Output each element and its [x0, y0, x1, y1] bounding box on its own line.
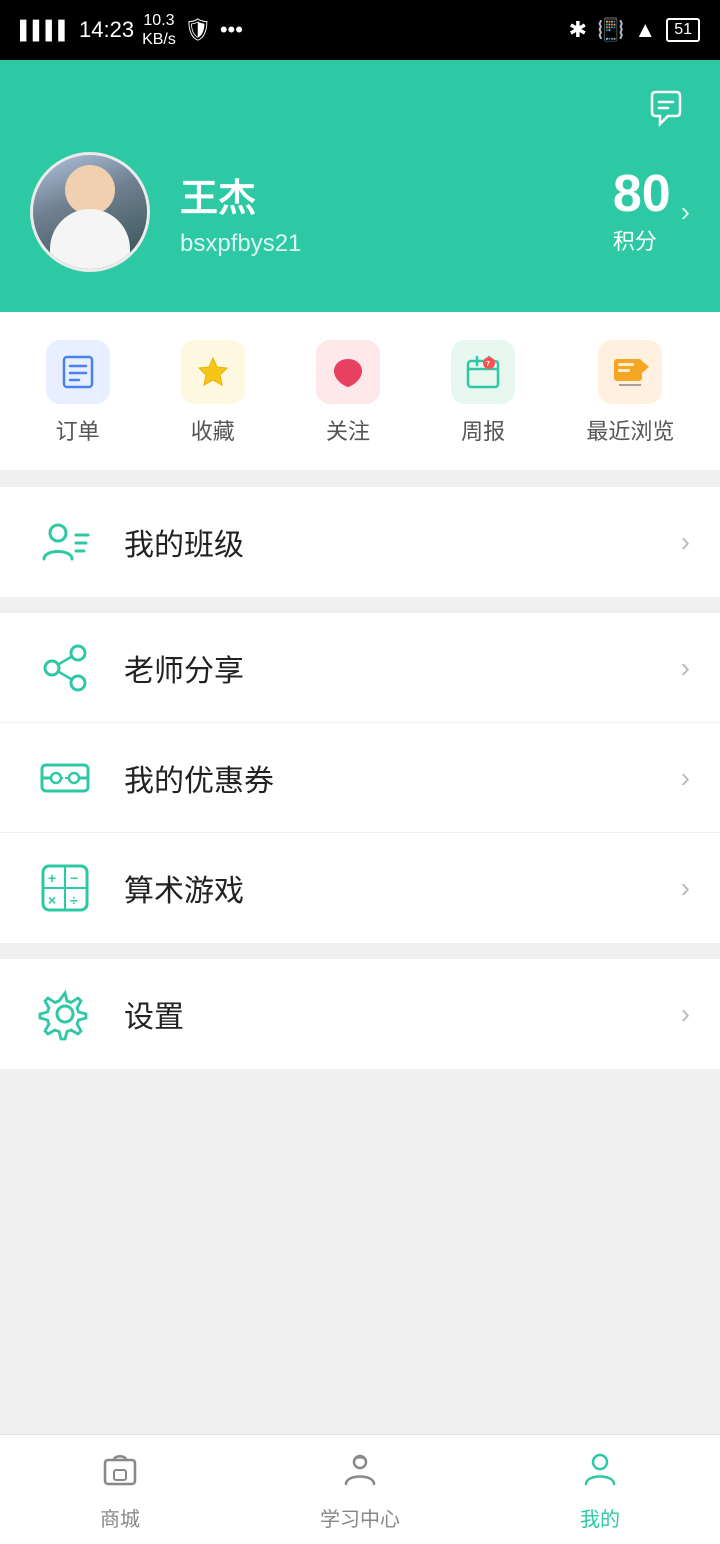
- status-right: ✱ 📳 ▲ 51: [569, 17, 700, 43]
- network-signal-icon: ▌▌▌▌: [20, 20, 71, 41]
- my-class-label: 我的班级: [124, 520, 681, 564]
- action-collect[interactable]: 收藏: [181, 340, 245, 446]
- my-class-icon: [30, 507, 100, 577]
- nav-item-study[interactable]: 学习中心: [240, 1448, 480, 1532]
- battery-icon: 51: [666, 18, 700, 42]
- settings-icon: [30, 979, 100, 1049]
- profile-info: 王杰 bsxpfbys21: [180, 167, 583, 258]
- coupon-icon: [30, 743, 100, 813]
- points-chevron-icon: ›: [681, 196, 690, 228]
- profile-row: 王杰 bsxpfbys21 80 积分 ›: [30, 152, 690, 272]
- status-left: ▌▌▌▌ 14:23 10.3 KB/s 🛡 •••: [20, 11, 243, 49]
- math-game-label: 算术游戏: [124, 866, 681, 910]
- section-divider-1: [0, 471, 720, 487]
- user-name: 王杰: [180, 167, 583, 222]
- collect-label: 收藏: [191, 414, 235, 446]
- coupon-chevron-icon: ›: [681, 762, 690, 794]
- browse-label: 最近浏览: [586, 414, 674, 446]
- nav-item-shop[interactable]: 商城: [0, 1448, 240, 1532]
- my-class-chevron-icon: ›: [681, 526, 690, 558]
- math-game-chevron-icon: ›: [681, 872, 690, 904]
- order-icon: [46, 340, 110, 404]
- menu-section-3: 设置 ›: [0, 959, 720, 1069]
- dots-icon: •••: [220, 17, 243, 43]
- action-browse[interactable]: 最近浏览: [586, 340, 674, 446]
- points-label: 积分: [613, 224, 671, 256]
- shop-nav-label: 商城: [100, 1503, 140, 1532]
- message-icon[interactable]: [642, 84, 690, 132]
- action-follow[interactable]: 关注: [316, 340, 380, 446]
- bluetooth-icon: ✱: [569, 17, 587, 43]
- study-nav-label: 学习中心: [320, 1503, 400, 1532]
- quick-actions-bar: 订单 收藏 关注: [0, 312, 720, 471]
- browse-icon: [598, 340, 662, 404]
- status-time: 14:23: [79, 17, 134, 43]
- menu-section: 我的班级 ›: [0, 487, 720, 597]
- svg-text:÷: ÷: [70, 892, 78, 908]
- collect-icon: [181, 340, 245, 404]
- points-section[interactable]: 80 积分 ›: [613, 168, 690, 256]
- teacher-share-chevron-icon: ›: [681, 652, 690, 684]
- action-weekly[interactable]: 7 周报: [451, 340, 515, 446]
- svg-text:+: +: [48, 870, 56, 886]
- follow-icon: [316, 340, 380, 404]
- action-order[interactable]: 订单: [46, 340, 110, 446]
- study-icon: [340, 1448, 380, 1497]
- vibrate-icon: 📳: [597, 17, 624, 43]
- points-value: 80: [613, 168, 671, 220]
- status-speed: 10.3 KB/s: [142, 11, 176, 49]
- avatar-image: [33, 155, 147, 269]
- svg-text:×: ×: [48, 892, 56, 908]
- shop-icon: [100, 1448, 140, 1497]
- user-id: bsxpfbys21: [180, 230, 583, 258]
- mine-nav-label: 我的: [580, 1503, 620, 1532]
- status-bar: ▌▌▌▌ 14:23 10.3 KB/s 🛡 ••• ✱ 📳 ▲ 51: [0, 0, 720, 60]
- weekly-label: 周报: [461, 414, 505, 446]
- menu-item-teacher-share[interactable]: 老师分享 ›: [0, 613, 720, 723]
- profile-header: 王杰 bsxpfbys21 80 积分 ›: [0, 60, 720, 312]
- teacher-share-icon: [30, 633, 100, 703]
- settings-chevron-icon: ›: [681, 998, 690, 1030]
- svg-text:7: 7: [486, 361, 490, 368]
- wifi-icon: ▲: [634, 17, 656, 43]
- nav-item-mine[interactable]: 我的: [480, 1448, 720, 1532]
- bottom-nav: 商城 学习中心 我的: [0, 1434, 720, 1544]
- section-divider-3: [0, 943, 720, 959]
- math-game-icon: + − × ÷: [30, 853, 100, 923]
- header-top: [30, 84, 690, 132]
- menu-section-2: 老师分享 › 我的优惠券 ›: [0, 613, 720, 943]
- section-divider-2: [0, 597, 720, 613]
- coupon-label: 我的优惠券: [124, 756, 681, 800]
- shield-icon: 🛡: [184, 17, 212, 43]
- weekly-icon: 7: [451, 340, 515, 404]
- avatar[interactable]: [30, 152, 150, 272]
- follow-label: 关注: [326, 414, 370, 446]
- settings-label: 设置: [124, 992, 681, 1036]
- menu-item-settings[interactable]: 设置 ›: [0, 959, 720, 1069]
- menu-item-my-class[interactable]: 我的班级 ›: [0, 487, 720, 597]
- mine-icon: [580, 1448, 620, 1497]
- teacher-share-label: 老师分享: [124, 646, 681, 690]
- menu-item-coupon[interactable]: 我的优惠券 ›: [0, 723, 720, 833]
- svg-text:−: −: [70, 870, 78, 886]
- content-gray-area: [0, 1069, 720, 1419]
- order-label: 订单: [56, 414, 100, 446]
- menu-item-math-game[interactable]: + − × ÷ 算术游戏 ›: [0, 833, 720, 943]
